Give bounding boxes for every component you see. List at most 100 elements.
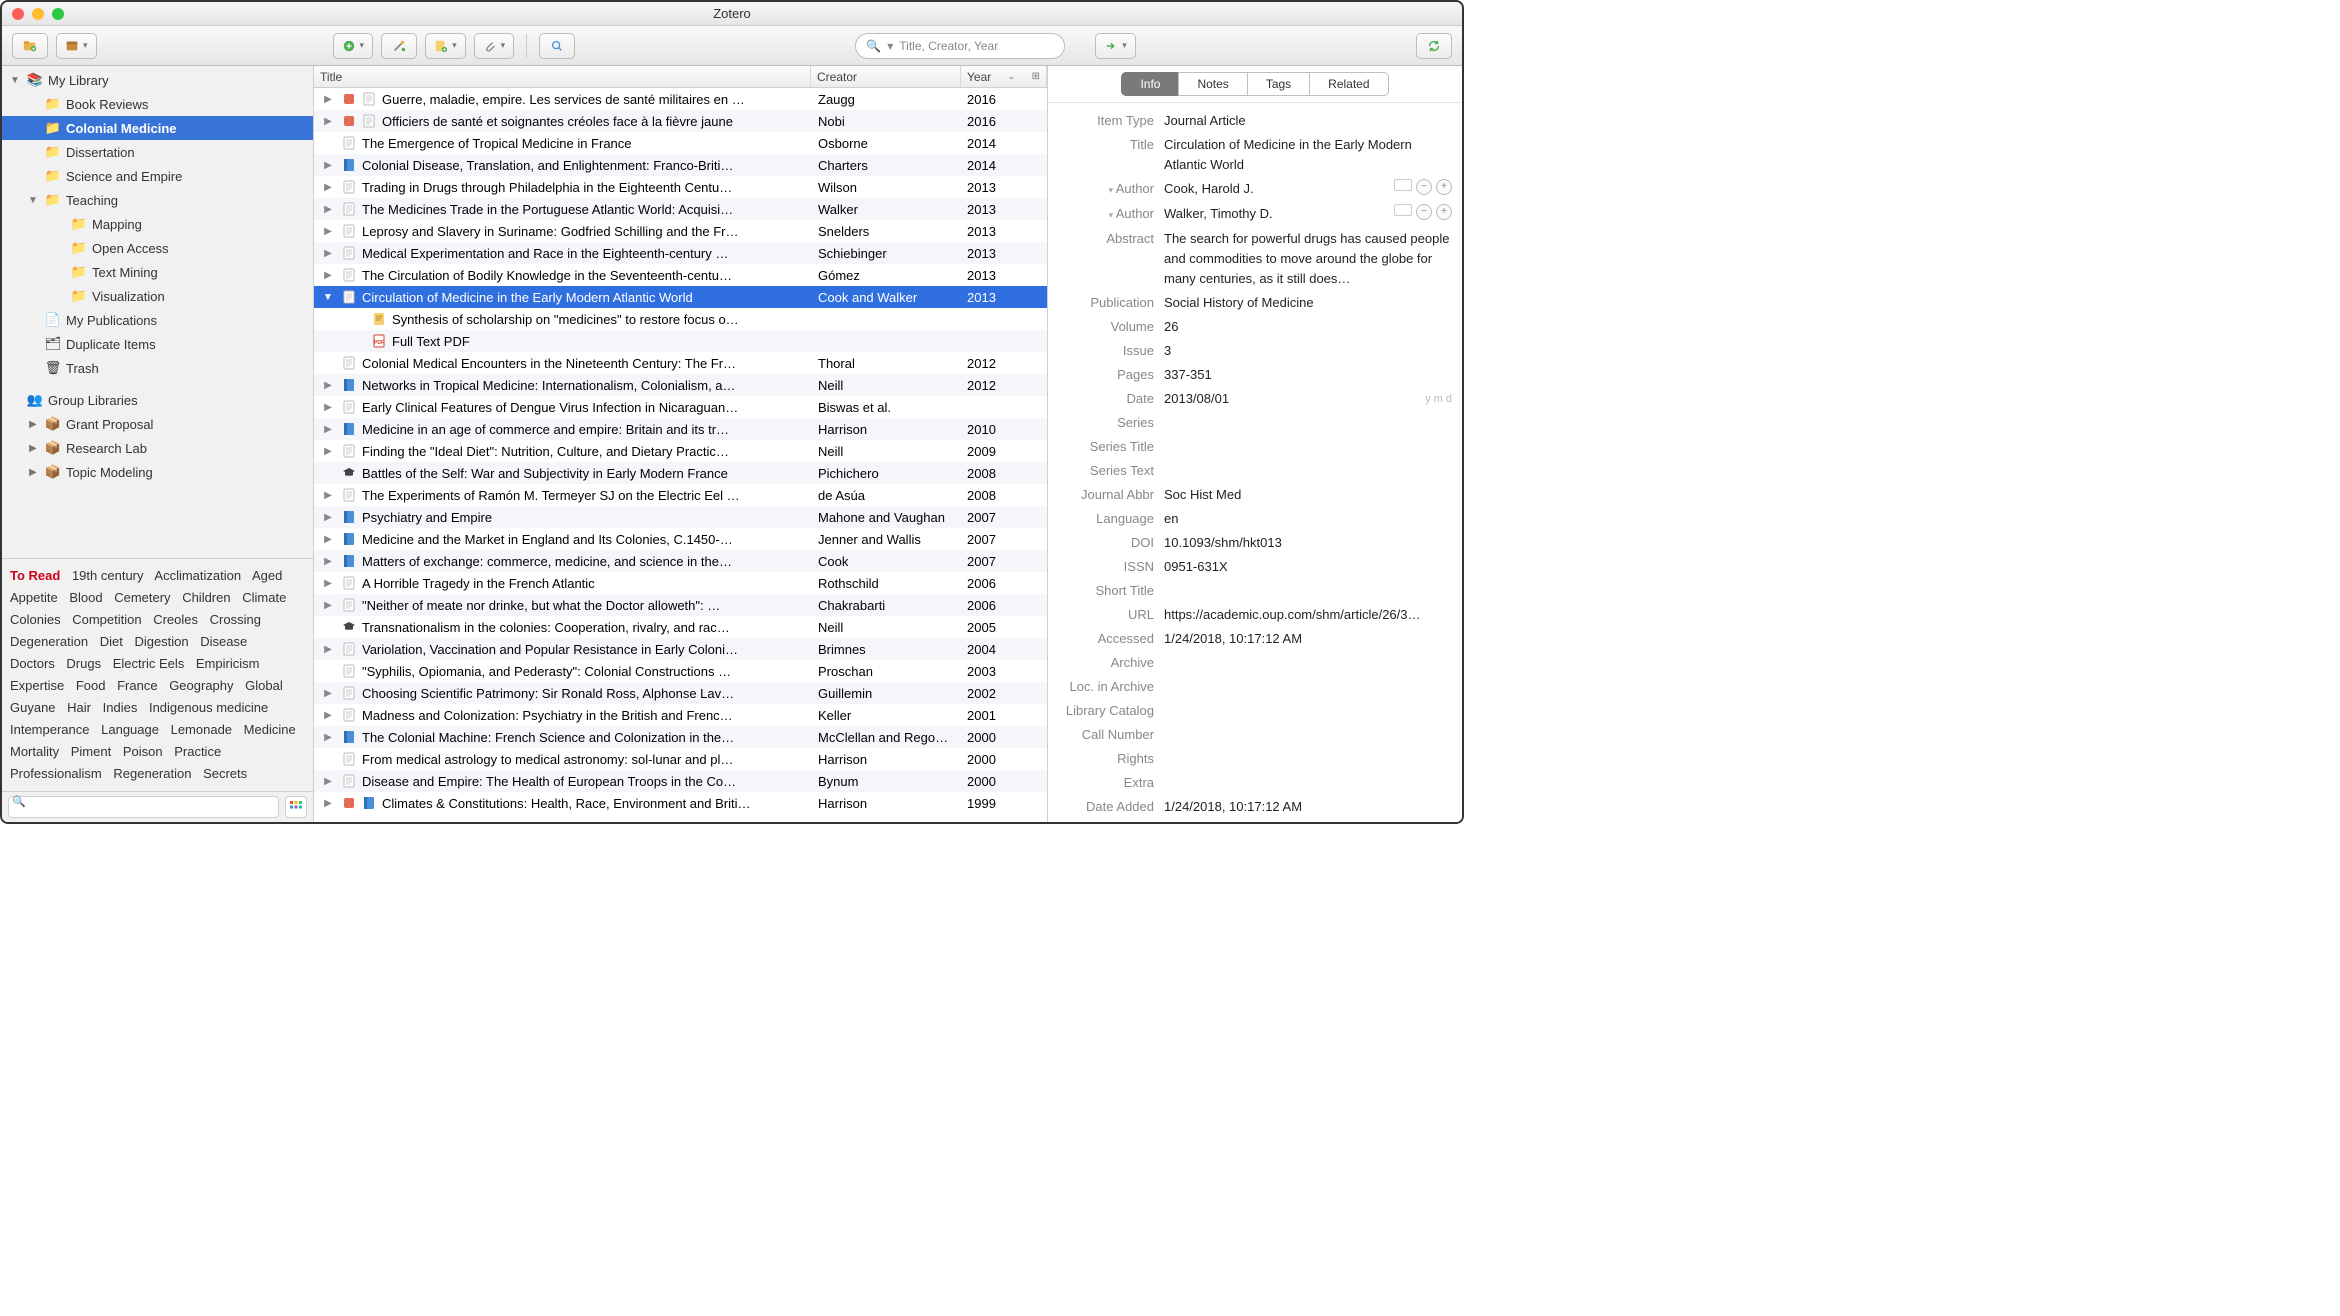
- disclosure-triangle[interactable]: ▶: [320, 776, 336, 787]
- tag-indigenous-medicine[interactable]: Indigenous medicine: [149, 700, 268, 715]
- disclosure-triangle[interactable]: ▶: [320, 644, 336, 655]
- field-value[interactable]: 0951-631X: [1164, 557, 1452, 577]
- disclosure-triangle[interactable]: ▶: [320, 688, 336, 699]
- remove-author-button[interactable]: −: [1416, 204, 1432, 220]
- tag-france[interactable]: France: [117, 678, 157, 693]
- tag-colonies[interactable]: Colonies: [10, 612, 61, 627]
- column-picker-icon[interactable]: ⊞: [1032, 71, 1040, 82]
- tag-children[interactable]: Children: [182, 590, 230, 605]
- advanced-search-button[interactable]: [539, 33, 575, 59]
- tag-digestion[interactable]: Digestion: [134, 634, 188, 649]
- field-value[interactable]: 337-351: [1164, 365, 1452, 385]
- item-row[interactable]: ▼Circulation of Medicine in the Early Mo…: [314, 286, 1047, 308]
- tab-notes[interactable]: Notes: [1178, 72, 1246, 96]
- field-value[interactable]: 10.1093/shm/hkt013: [1164, 533, 1452, 553]
- group-topic-modeling[interactable]: ▶📦Topic Modeling: [2, 460, 313, 484]
- collection-science-and-empire[interactable]: 📁Science and Empire: [2, 164, 313, 188]
- tag-global[interactable]: Global: [245, 678, 283, 693]
- tag-regeneration[interactable]: Regeneration: [113, 766, 191, 781]
- tab-related[interactable]: Related: [1309, 72, 1388, 96]
- tag-practice[interactable]: Practice: [174, 744, 221, 759]
- item-row[interactable]: ▶The Medicines Trade in the Portuguese A…: [314, 198, 1047, 220]
- collection-colonial-medicine[interactable]: 📁Colonial Medicine: [2, 116, 313, 140]
- tag-food[interactable]: Food: [76, 678, 106, 693]
- close-window-button[interactable]: [12, 8, 24, 20]
- maximize-window-button[interactable]: [52, 8, 64, 20]
- my-publications-node[interactable]: 📄My Publications: [2, 308, 313, 332]
- item-row[interactable]: Transnationalism in the colonies: Cooper…: [314, 616, 1047, 638]
- duplicate-items-node[interactable]: 🗂Duplicate Items: [2, 332, 313, 356]
- locate-button[interactable]: ▾: [1095, 33, 1136, 59]
- tag-medicine[interactable]: Medicine: [244, 722, 296, 737]
- collection-open-access[interactable]: 📁Open Access: [2, 236, 313, 260]
- trash-node[interactable]: 🗑Trash: [2, 356, 313, 380]
- tag-mortality[interactable]: Mortality: [10, 744, 59, 759]
- new-note-button[interactable]: ▾: [425, 33, 466, 59]
- tag-color-grid-button[interactable]: [285, 796, 307, 818]
- disclosure-triangle[interactable]: ▶: [320, 578, 336, 589]
- item-row[interactable]: ▶Early Clinical Features of Dengue Virus…: [314, 396, 1047, 418]
- tag-secrets[interactable]: Secrets: [203, 766, 247, 781]
- tag-disease[interactable]: Disease: [200, 634, 247, 649]
- disclosure-triangle[interactable]: ▶: [320, 204, 336, 215]
- item-row[interactable]: "Syphilis, Opiomania, and Pederasty": Co…: [314, 660, 1047, 682]
- item-row[interactable]: ▶"Neither of meate nor drinke, but what …: [314, 594, 1047, 616]
- add-author-button[interactable]: +: [1436, 179, 1452, 195]
- disclosure-triangle[interactable]: ▶: [320, 402, 336, 413]
- item-row[interactable]: ▶The Experiments of Ramón M. Termeyer SJ…: [314, 484, 1047, 506]
- tag-expertise[interactable]: Expertise: [10, 678, 64, 693]
- tag-crossing[interactable]: Crossing: [210, 612, 261, 627]
- disclosure-triangle[interactable]: ▶: [320, 94, 336, 105]
- item-row[interactable]: ▶Matters of exchange: commerce, medicine…: [314, 550, 1047, 572]
- field-value[interactable]: Social History of Medicine: [1164, 293, 1452, 313]
- field-value[interactable]: Circulation of Medicine in the Early Mod…: [1164, 135, 1452, 175]
- add-attachment-button[interactable]: ▾: [474, 33, 515, 59]
- tag-drugs[interactable]: Drugs: [66, 656, 101, 671]
- tag-geography[interactable]: Geography: [169, 678, 233, 693]
- column-header-title[interactable]: Title: [314, 66, 811, 87]
- tag-competition[interactable]: Competition: [72, 612, 141, 627]
- tag-intemperance[interactable]: Intemperance: [10, 722, 90, 737]
- new-library-button[interactable]: ▾: [56, 33, 97, 59]
- sync-button[interactable]: [1416, 33, 1452, 59]
- disclosure-triangle[interactable]: ▶: [320, 490, 336, 501]
- item-row[interactable]: ▶Trading in Drugs through Philadelphia i…: [314, 176, 1047, 198]
- item-row[interactable]: ▶Finding the "Ideal Diet": Nutrition, Cu…: [314, 440, 1047, 462]
- item-row[interactable]: ▶Climates & Constitutions: Health, Race,…: [314, 792, 1047, 814]
- item-row[interactable]: ▶Medical Experimentation and Race in the…: [314, 242, 1047, 264]
- tag-creoles[interactable]: Creoles: [153, 612, 198, 627]
- field-value[interactable]: 3: [1164, 341, 1452, 361]
- field-value[interactable]: https://academic.oup.com/shm/article/26/…: [1164, 605, 1452, 625]
- field-value[interactable]: Walker, Timothy D.−+: [1164, 204, 1452, 224]
- tag-electric-eels[interactable]: Electric Eels: [113, 656, 185, 671]
- item-row[interactable]: ▶Colonial Disease, Translation, and Enli…: [314, 154, 1047, 176]
- disclosure-triangle[interactable]: ▶: [320, 116, 336, 127]
- new-item-button[interactable]: ▾: [333, 33, 374, 59]
- collection-teaching[interactable]: ▼📁Teaching: [2, 188, 313, 212]
- author-mode-toggle[interactable]: [1394, 179, 1412, 191]
- tag-diet[interactable]: Diet: [100, 634, 123, 649]
- tag-degeneration[interactable]: Degeneration: [10, 634, 88, 649]
- item-row[interactable]: PDFFull Text PDF: [314, 330, 1047, 352]
- item-row[interactable]: ▶A Horrible Tragedy in the French Atlant…: [314, 572, 1047, 594]
- tag-climate[interactable]: Climate: [242, 590, 286, 605]
- tag-blood[interactable]: Blood: [69, 590, 102, 605]
- field-value[interactable]: 1/24/2018, 10:17:12 AM: [1164, 797, 1452, 817]
- add-by-identifier-button[interactable]: [381, 33, 417, 59]
- tag-cemetery[interactable]: Cemetery: [114, 590, 170, 605]
- disclosure-triangle[interactable]: ▶: [320, 226, 336, 237]
- tag-19th-century[interactable]: 19th century: [72, 568, 144, 583]
- minimize-window-button[interactable]: [32, 8, 44, 20]
- item-row[interactable]: ▶The Circulation of Bodily Knowledge in …: [314, 264, 1047, 286]
- tab-info[interactable]: Info: [1121, 72, 1178, 96]
- field-value[interactable]: Journal Article: [1164, 111, 1452, 131]
- collection-book-reviews[interactable]: 📁Book Reviews: [2, 92, 313, 116]
- disclosure-triangle[interactable]: ▶: [320, 512, 336, 523]
- tab-tags[interactable]: Tags: [1247, 72, 1309, 96]
- my-library-node[interactable]: ▼📚My Library: [2, 68, 313, 92]
- item-row[interactable]: ▶Variolation, Vaccination and Popular Re…: [314, 638, 1047, 660]
- field-value[interactable]: 2013/08/01y m d: [1164, 389, 1452, 409]
- tag-appetite[interactable]: Appetite: [10, 590, 58, 605]
- tag-language[interactable]: Language: [101, 722, 159, 737]
- tag-professionalism[interactable]: Professionalism: [10, 766, 102, 781]
